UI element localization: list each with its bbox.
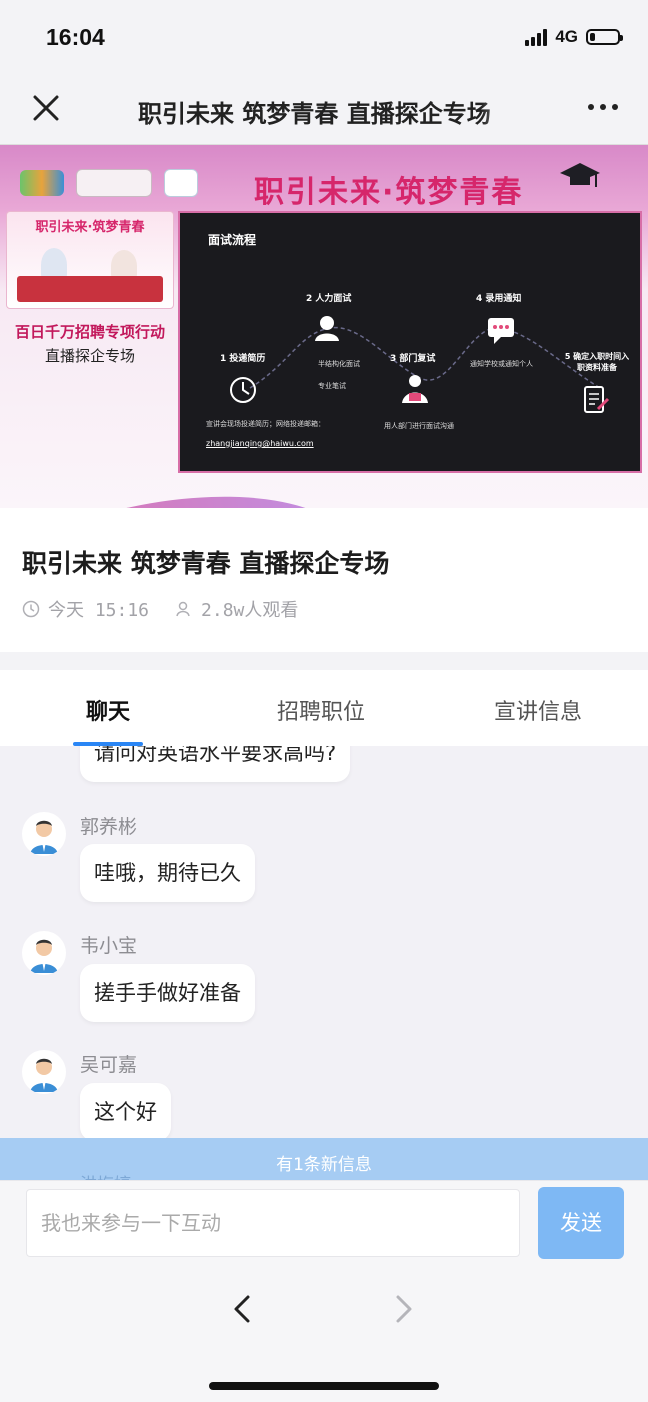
signal-icon — [525, 28, 548, 46]
step-label: 2 人力面试 — [306, 294, 352, 304]
nav-bar: 职引未来 筑梦青春 直播探企专场 — [0, 76, 648, 145]
host-video-thumbnail: 职引未来·筑梦青春 — [6, 211, 174, 309]
thumb-title: 职引未来·筑梦青春 — [35, 220, 145, 235]
interviewer-icon — [315, 316, 339, 341]
clock-icon — [22, 600, 40, 618]
browser-toolbar — [0, 1264, 648, 1402]
step-label: 5 确定入职时间入职资料准备 — [564, 352, 630, 372]
message-sender: 韦小宝 — [80, 935, 138, 957]
live-title: 职引未来 筑梦青春 直播探企专场 — [22, 549, 390, 578]
send-button[interactable]: 发送 — [538, 1187, 624, 1259]
chevron-right-icon[interactable] — [386, 1292, 420, 1326]
message-sender: 吴可嘉 — [80, 1054, 138, 1076]
close-icon[interactable] — [28, 90, 64, 126]
live-time: 今天 15:16 — [48, 600, 150, 621]
battery-icon — [586, 29, 623, 45]
tab-chat[interactable]: 聊天 — [86, 694, 130, 726]
chevron-left-icon[interactable] — [226, 1292, 260, 1326]
tab-bar: 聊天 招聘职位 宣讲信息 — [0, 670, 648, 746]
live-video-player[interactable]: 职引未来·筑梦青春 职引未来·筑梦青春 百日千万招聘专项行动 直播探企专场 面试… — [0, 145, 648, 508]
viewer-count: 2.8w人观看 — [201, 600, 299, 621]
step-note: 宣讲会现场投递简历；网络投递邮箱： — [206, 420, 325, 428]
chat-input-bar: 我也来参与一下互动 发送 — [0, 1180, 648, 1265]
live-meta: 今天 15:16 2.8w人观看 — [22, 596, 298, 622]
step-label: 4 录用通知 — [476, 294, 522, 304]
slide-title: 面试流程 — [208, 233, 257, 247]
step-label: 1 投递简历 — [220, 354, 266, 364]
clock-icon — [230, 377, 256, 403]
presentation-slide: 面试流程 1 投递简历 宣讲会现场投递简历；网络投递邮箱： zhangjianq… — [178, 211, 642, 473]
step-note: 用人部门进行面试沟通 — [384, 422, 454, 430]
page-title: 职引未来 筑梦青春 直播探企专场 — [138, 100, 491, 126]
chat-input[interactable]: 我也来参与一下互动 — [26, 1189, 520, 1257]
logo-icon — [20, 170, 64, 196]
email-link: zhangjianqing@haiwu.com — [206, 439, 314, 448]
banner-subtitle: 直播探企专场 — [44, 347, 135, 365]
message-sender: 郭养彬 — [80, 816, 138, 838]
live-info-panel: 职引未来 筑梦青春 直播探企专场 今天 15:16 2.8w人观看 — [0, 508, 648, 652]
sponsor-logos — [20, 169, 198, 197]
battery-level — [590, 33, 596, 41]
chat-bubble: 这个好 — [80, 1083, 171, 1138]
team-icon — [402, 375, 428, 403]
chat-bubble: 搓手手做好准备 — [80, 964, 255, 1022]
step-note: 专业笔试 — [318, 382, 346, 390]
network-type: 4G — [555, 27, 578, 46]
status-bar: 16:04 4G — [0, 0, 648, 76]
chat-bubble: 哇哦，期待已久 — [80, 844, 255, 902]
banner-headline: 职引未来·筑梦青春 — [254, 175, 524, 210]
more-dots-icon[interactable] — [588, 104, 618, 110]
new-message-notice[interactable]: 有1条新信息 洪梅婷 — [0, 1138, 648, 1186]
avatar-icon — [22, 931, 66, 975]
tab-jobs[interactable]: 招聘职位 — [277, 694, 365, 726]
step-note: 半结构化面试 — [318, 360, 360, 368]
status-indicators: 4G — [525, 26, 623, 48]
step-label: 3 部门复试 — [390, 354, 436, 364]
logo-icon — [164, 169, 198, 197]
logo-icon — [76, 169, 152, 197]
avatar-icon — [22, 1050, 66, 1094]
document-icon — [584, 386, 610, 413]
host-desk — [17, 276, 163, 302]
step-note: 通知学校或通知个人 — [470, 360, 533, 368]
chat-bubble: 请问对英语水平要求高吗? — [80, 746, 351, 782]
chat-list[interactable]: 请问对英语水平要求高吗? 郭养彬 哇哦，期待已久 韦小宝 搓手手做好准备 吴可嘉… — [0, 746, 648, 1138]
tab-info[interactable]: 宣讲信息 — [494, 694, 582, 726]
chat-icon — [488, 318, 514, 344]
graduation-cap-icon — [560, 163, 600, 187]
flow-path — [249, 326, 601, 389]
viewers-icon — [176, 601, 190, 617]
banner-subtitle: 百日千万招聘专项行动 — [14, 323, 165, 341]
home-indicator — [209, 1382, 439, 1390]
avatar-icon — [22, 812, 66, 856]
status-time: 16:04 — [46, 24, 105, 50]
